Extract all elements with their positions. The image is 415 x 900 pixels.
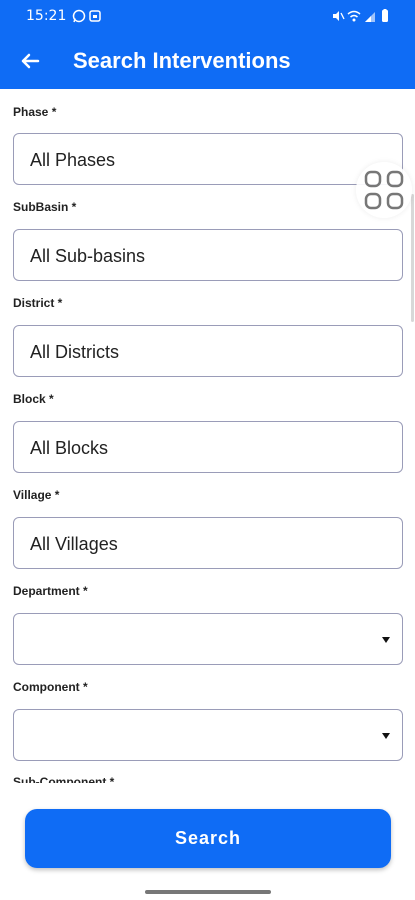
block-value: All Blocks — [30, 438, 109, 458]
app-bar: Search Interventions — [0, 34, 415, 89]
dropdown-arrow-icon — [382, 637, 390, 643]
sub-component-label: Sub-Component * — [13, 775, 115, 783]
village-value: All Villages — [30, 534, 118, 554]
block-field[interactable]: All Blocks — [13, 421, 403, 473]
subbasin-label: SubBasin * — [13, 200, 77, 214]
mute-icon — [333, 11, 345, 21]
subbasin-value: All Sub-basins — [30, 246, 146, 266]
home-indicator[interactable] — [145, 890, 271, 894]
battery-icon — [382, 9, 388, 22]
phase-value: All Phases — [30, 150, 116, 170]
wifi-icon — [347, 10, 361, 22]
page-title: Search Interventions — [73, 48, 291, 73]
signal-icon — [365, 12, 375, 22]
component-label: Component * — [13, 680, 88, 694]
subbasin-field[interactable]: All Sub-basins — [13, 229, 403, 281]
district-field[interactable]: All Districts — [13, 325, 403, 377]
village-field[interactable]: All Villages — [13, 517, 403, 569]
block-label: Block * — [13, 392, 54, 406]
village-label: Village * — [13, 488, 60, 502]
status-bar: 15:21 — [0, 0, 415, 34]
status-time: 15:21 — [26, 8, 67, 24]
grid-menu-button[interactable] — [356, 162, 412, 218]
arrow-left-icon[interactable] — [16, 47, 44, 75]
grid-icon — [364, 170, 404, 210]
dropdown-arrow-icon — [382, 733, 390, 739]
search-button[interactable]: Search — [25, 809, 391, 868]
phase-field[interactable]: All Phases — [13, 133, 403, 185]
search-form: Phase * All Phases SubBasin * All Sub-ba… — [0, 89, 415, 783]
scrollbar[interactable] — [411, 194, 414, 322]
component-select[interactable] — [13, 709, 403, 761]
department-select[interactable] — [13, 613, 403, 665]
district-value: All Districts — [30, 342, 119, 362]
whatsapp-icon — [72, 9, 86, 23]
notification-icon — [89, 10, 101, 22]
district-label: District * — [13, 296, 63, 310]
bottom-bar: Search — [0, 783, 415, 900]
phase-label: Phase * — [13, 105, 57, 119]
department-label: Department * — [13, 584, 88, 598]
